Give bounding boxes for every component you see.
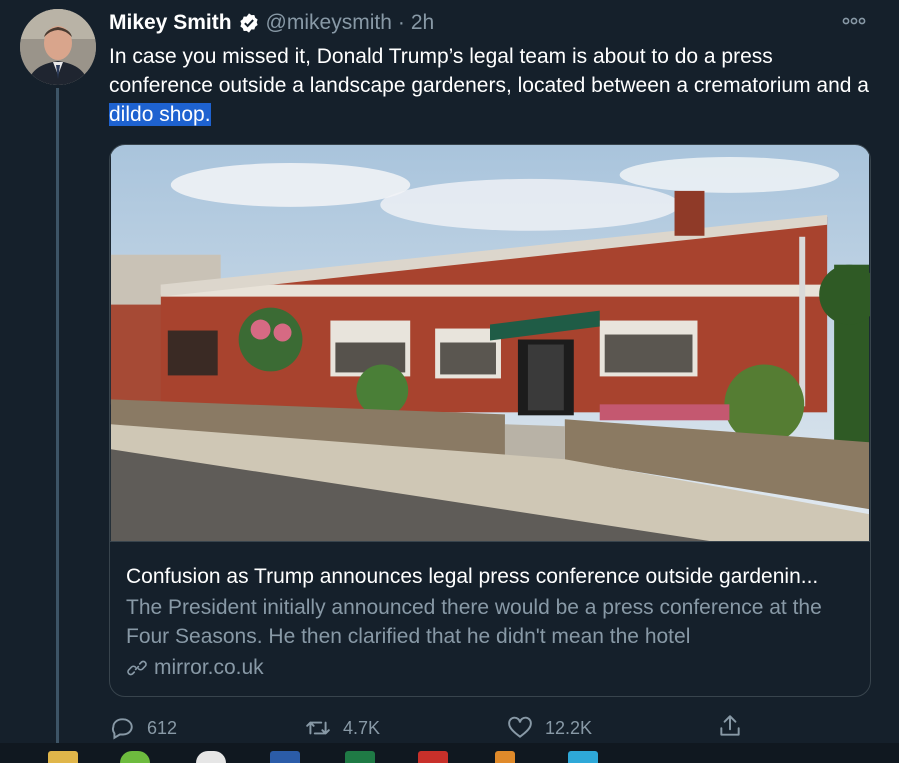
separator-dot: ·: [397, 11, 405, 34]
app2-icon[interactable]: [568, 751, 598, 763]
like-count: 12.2K: [545, 718, 593, 738]
chrome-icon[interactable]: [196, 751, 226, 763]
card-title[interactable]: Confusion as Trump announces legal press…: [126, 563, 856, 591]
card-domain-text: mirror.co.uk: [154, 656, 264, 679]
reply-count: 612: [147, 718, 178, 738]
avatar-photo: [20, 9, 96, 85]
link-preview-card[interactable]: Confusion as Trump announces legal press…: [109, 144, 871, 697]
like-button[interactable]: 12.2K: [507, 713, 592, 743]
card-domain[interactable]: mirror.co.uk: [126, 654, 264, 682]
vlc-icon[interactable]: [495, 751, 515, 763]
share-button[interactable]: [717, 713, 743, 739]
action-bar: 612 4.7K 12.2K: [109, 713, 759, 743]
card-description: The President initially announced there …: [126, 596, 822, 648]
tweet-text-selected: dildo shop.: [109, 103, 211, 126]
retweet-count: 4.7K: [343, 718, 381, 738]
thread-line: [56, 88, 59, 743]
tweet-header: Mikey Smith @mikeysmith · 2h: [109, 9, 434, 37]
taskbar: [0, 743, 899, 763]
excel-icon[interactable]: [345, 751, 375, 763]
card-image[interactable]: [110, 145, 870, 542]
tweet-text: In case you missed it, Donald Trump’s le…: [109, 42, 869, 129]
reply-button[interactable]: 612: [109, 713, 177, 743]
link-icon: [127, 660, 147, 676]
handle[interactable]: @mikeysmith: [266, 9, 392, 37]
timestamp[interactable]: 2h: [411, 9, 434, 37]
share-icon: [720, 715, 740, 736]
tweet-text-plain: In case you missed it, Donald Trump’s le…: [109, 45, 869, 97]
verified-badge-icon: [239, 13, 258, 33]
display-name[interactable]: Mikey Smith: [109, 9, 232, 37]
folder-icon[interactable]: [48, 751, 78, 763]
retweet-button[interactable]: 4.7K: [305, 713, 380, 743]
reply-icon: [111, 718, 133, 740]
pdf-icon[interactable]: [418, 751, 448, 763]
word-icon[interactable]: [270, 751, 300, 763]
more-icon[interactable]: [841, 12, 867, 30]
retweet-icon: [306, 721, 330, 735]
app-icon[interactable]: [120, 751, 150, 763]
like-icon: [508, 716, 532, 738]
avatar[interactable]: [20, 9, 96, 85]
